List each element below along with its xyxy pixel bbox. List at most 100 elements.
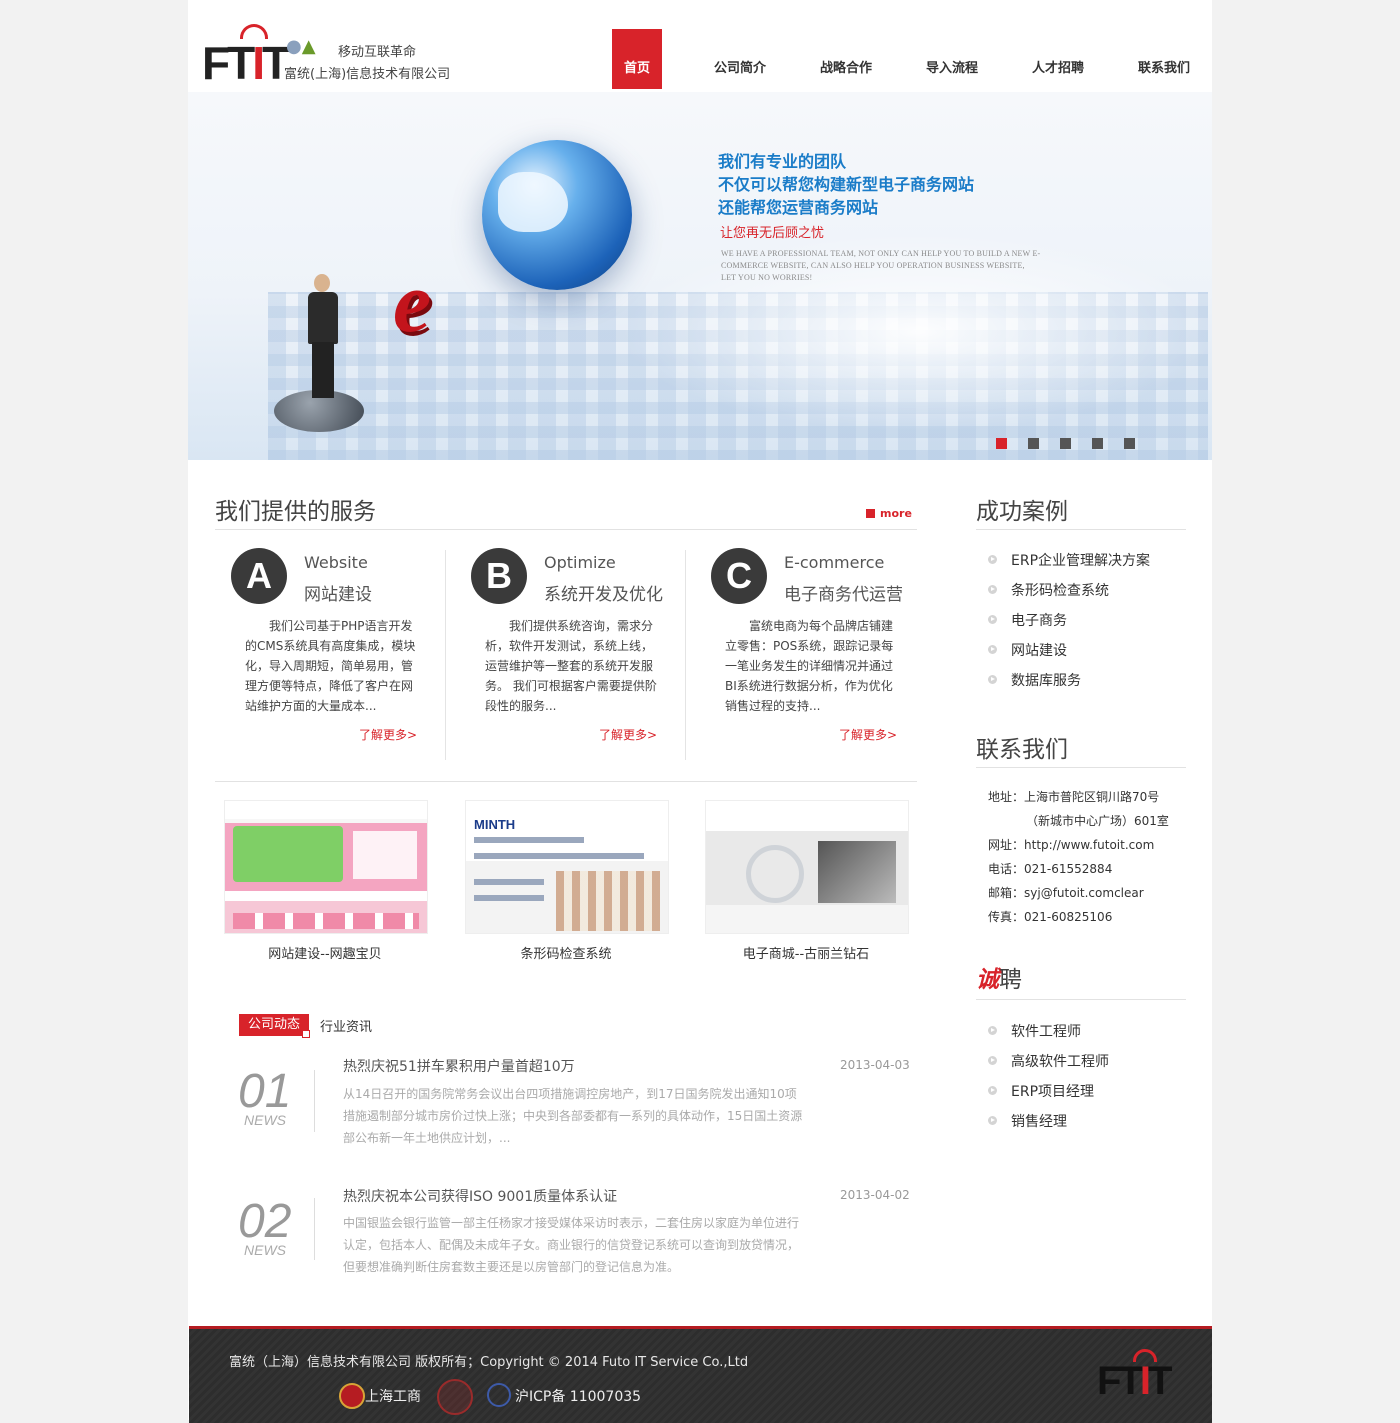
contact-label: 传真： <box>988 910 1025 924</box>
service-desc: 富统电商为每个品牌店铺建立零售：POS系统，跟踪记录每一笔业务发生的详细情况并通… <box>725 619 894 713</box>
contact-website[interactable]: 网址：http://www.futoit.com <box>988 836 1154 853</box>
case-thumbnail-wangqu[interactable] <box>224 800 428 934</box>
slide-dot-1[interactable] <box>996 438 1007 449</box>
tab-corner-icon <box>302 1030 310 1038</box>
slide-dot-4[interactable] <box>1092 438 1103 449</box>
logo[interactable]: FTIT ●▲ 移动互联革命 富统(上海)信息技术有限公司 <box>202 24 472 92</box>
services-divider <box>215 529 917 530</box>
news-title[interactable]: 热烈庆祝51拼车累积用户量首超10万 <box>343 1056 575 1076</box>
nav-strategy[interactable]: 战略合作 <box>810 29 882 89</box>
footer-copyright: 富统（上海）信息技术有限公司 版权所有；Copyright © 2014 Fut… <box>229 1355 749 1370</box>
job-link[interactable]: ERP项目经理 <box>988 1081 1094 1101</box>
main-nav: 首页 公司简介 战略合作 导入流程 人才招聘 联系我们 <box>612 29 1212 89</box>
service-desc: 我们提供系统咨询，需求分析，软件开发测试，系统上线，运营维护等一整套的系统开发服… <box>485 619 657 713</box>
service-separator <box>445 550 446 760</box>
service-separator <box>685 550 686 760</box>
nav-process[interactable]: 导入流程 <box>916 29 988 89</box>
slide-dot-5[interactable] <box>1124 438 1135 449</box>
e-letter-graphic: e <box>393 254 432 350</box>
arrow-icon <box>988 555 997 564</box>
service-cn-title: 系统开发及优化 <box>544 585 663 605</box>
contact-title: 联系我们 <box>976 737 1068 763</box>
case-link[interactable]: 数据库服务 <box>988 670 1081 690</box>
nav-contact[interactable]: 联系我们 <box>1128 29 1200 89</box>
tab-company-news[interactable]: 公司动态 <box>239 1014 309 1036</box>
badge-business-label[interactable]: 上海工商 <box>365 1386 421 1406</box>
news-number: 01 <box>238 1065 292 1118</box>
service-learn-more[interactable]: 了解更多> <box>359 726 417 743</box>
services-title: 我们提供的服务 <box>215 499 376 525</box>
arrow-icon <box>988 615 997 624</box>
case-link-label: 网站建设 <box>1011 643 1067 659</box>
footer: 富统（上海）信息技术有限公司 版权所有；Copyright © 2014 Fut… <box>189 1326 1212 1423</box>
contact-value: 021-60825106 <box>1024 910 1113 924</box>
recruit-title-red: 诚 <box>976 967 999 993</box>
banner-english: WE HAVE A PROFESSIONAL TEAM, NOT ONLY CA… <box>721 249 1041 282</box>
news-number: 02 <box>238 1195 292 1248</box>
service-letter-b: B <box>471 548 527 604</box>
contact-email[interactable]: 邮箱：syj@futoit.comclear <box>988 884 1144 901</box>
case-logo-text: MINTH <box>474 817 516 832</box>
job-link[interactable]: 软件工程师 <box>988 1021 1081 1041</box>
apple-icon: ● <box>286 36 302 57</box>
hero-banner[interactable]: e 我们有专业的团队 不仅可以帮您构建新型电子商务网站 还能帮您运营商务网站 让… <box>188 92 1212 460</box>
badge-icp-label[interactable]: 沪ICP备 11007035 <box>515 1386 641 1406</box>
logo-company: 富统(上海)信息技术有限公司 <box>284 67 451 82</box>
case-link[interactable]: 网站建设 <box>988 640 1067 660</box>
service-letter-c: C <box>711 548 767 604</box>
case-link[interactable]: ERP企业管理解决方案 <box>988 550 1150 570</box>
contact-label: 网址： <box>988 838 1025 852</box>
case-photo-graphic <box>818 841 896 903</box>
job-link-label: 高级软件工程师 <box>1011 1054 1109 1070</box>
contact-label: 电话： <box>988 862 1025 876</box>
national-emblem-icon <box>339 1383 365 1409</box>
recruit-title-rest: 聘 <box>999 967 1022 993</box>
case-caption[interactable]: 电子商城--古丽兰钻石 <box>705 943 907 962</box>
case-caption[interactable]: 网站建设--网趣宝贝 <box>224 943 426 962</box>
service-learn-more[interactable]: 了解更多> <box>599 726 657 743</box>
news-title[interactable]: 热烈庆祝本公司获得ISO 9001质量体系认证 <box>343 1186 617 1206</box>
service-letter-a: A <box>231 548 287 604</box>
arrow-icon <box>988 585 997 594</box>
news-body: 从14日召开的国务院常务会议出台四项措施调控房地产，到17日国务院发出通知10项… <box>343 1087 803 1145</box>
recruit-title: 诚聘 <box>976 960 1022 994</box>
case-thumbnail-diamond[interactable] <box>705 800 909 934</box>
job-link[interactable]: 高级软件工程师 <box>988 1051 1109 1071</box>
banner-line-2: 不仅可以帮您构建新型电子商务网站 <box>718 175 975 194</box>
service-en-title: Website <box>304 553 368 572</box>
case-link[interactable]: 电子商务 <box>988 610 1067 630</box>
slide-dot-2[interactable] <box>1028 438 1039 449</box>
more-icon <box>866 509 875 518</box>
case-link-label: ERP企业管理解决方案 <box>1011 553 1151 569</box>
slide-dot-3[interactable] <box>1060 438 1071 449</box>
news-date: 2013-04-02 <box>840 1188 910 1202</box>
case-tablet-graphic <box>233 826 343 882</box>
nav-recruit[interactable]: 人才招聘 <box>1022 29 1094 89</box>
arrow-icon <box>988 645 997 654</box>
os-icons: ●▲ <box>286 36 316 57</box>
arrow-icon <box>988 1056 997 1065</box>
case-link-label: 数据库服务 <box>1011 673 1081 689</box>
services-more-link[interactable]: more <box>866 507 912 520</box>
case-thumbnail-barcode[interactable]: MINTH <box>465 800 669 934</box>
nav-company-intro[interactable]: 公司简介 <box>704 29 776 89</box>
arrow-icon <box>988 1116 997 1125</box>
tab-industry-news[interactable]: 行业资讯 <box>320 1016 372 1035</box>
case-strip-graphic <box>233 913 419 929</box>
contact-title-divider <box>976 767 1186 768</box>
arrow-icon <box>988 675 997 684</box>
nav-home[interactable]: 首页 <box>612 29 662 89</box>
job-link[interactable]: 销售经理 <box>988 1111 1067 1131</box>
job-link-label: 软件工程师 <box>1011 1024 1081 1040</box>
banner-tagline: 让您再无后顾之忧 <box>720 226 825 241</box>
service-learn-more[interactable]: 了解更多> <box>839 726 897 743</box>
case-caption[interactable]: 条形码检查系统 <box>465 943 667 962</box>
cases-divider <box>215 781 917 782</box>
news-date: 2013-04-03 <box>840 1058 910 1072</box>
case-text-line <box>474 879 544 885</box>
seal-icon[interactable] <box>437 1379 473 1415</box>
arrow-icon <box>988 1086 997 1095</box>
contact-value: 021-61552884 <box>1024 862 1113 876</box>
case-link[interactable]: 条形码检查系统 <box>988 580 1109 600</box>
case-text-line <box>474 837 584 843</box>
